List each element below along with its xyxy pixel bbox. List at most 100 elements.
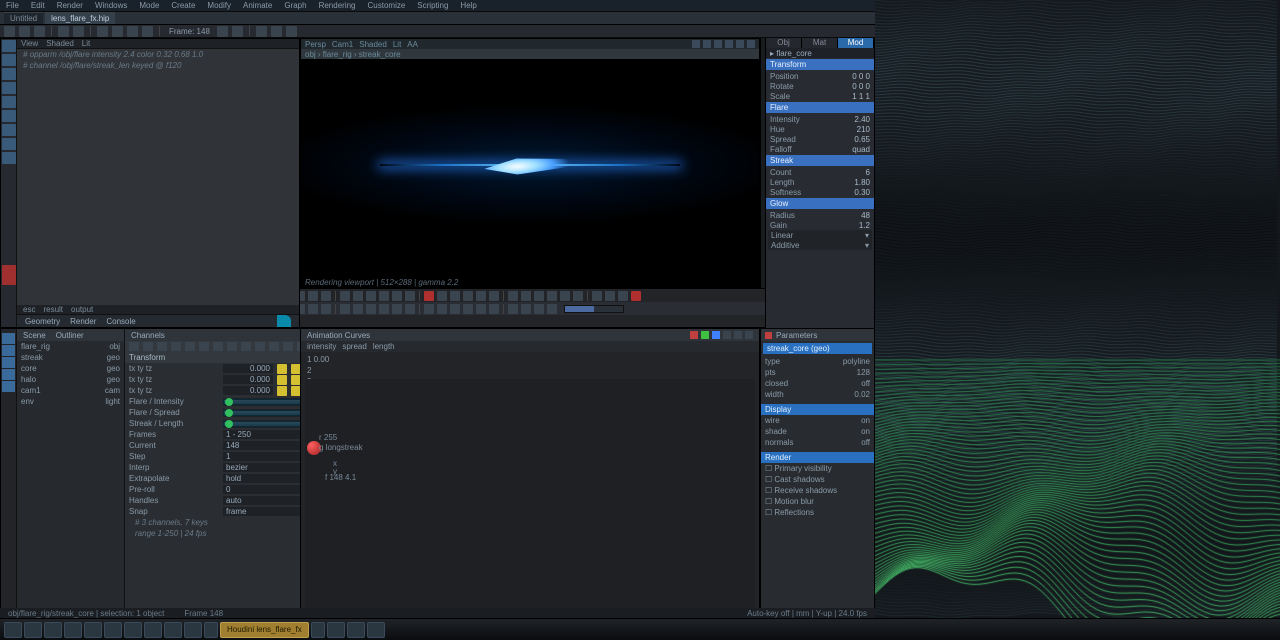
taskbar-icon[interactable] — [144, 622, 162, 638]
shelf-icon[interactable] — [463, 291, 473, 301]
tool-icon[interactable] — [2, 54, 16, 66]
opts-icon[interactable] — [745, 331, 753, 339]
inspector-section[interactable]: Glow — [766, 198, 874, 209]
taskbar-icon[interactable] — [24, 622, 42, 638]
props-tool-icon[interactable] — [171, 342, 181, 351]
record-icon[interactable] — [2, 265, 16, 285]
inspector-section[interactable]: Transform — [766, 59, 874, 70]
props-tool-icon[interactable] — [199, 342, 209, 351]
inspector-row[interactable]: Length1.80 — [766, 177, 874, 187]
shelf-icon[interactable] — [308, 291, 318, 301]
shelf-icon[interactable] — [379, 291, 389, 301]
shelf-icon[interactable] — [521, 291, 531, 301]
shelf-icon[interactable] — [366, 304, 376, 314]
shelf-icon[interactable] — [437, 304, 447, 314]
expand-icon[interactable] — [277, 315, 291, 327]
vp-option[interactable] — [714, 40, 722, 48]
props-tool-icon[interactable] — [143, 342, 153, 351]
lr-row[interactable]: typepolyline — [761, 356, 874, 367]
x-axis-chip[interactable] — [690, 331, 698, 339]
menu-windows[interactable]: Windows — [95, 1, 127, 10]
shelf-icon[interactable] — [424, 291, 434, 301]
lr-row[interactable]: pts128 — [761, 367, 874, 378]
rec-icon[interactable] — [765, 332, 772, 339]
rotate-icon[interactable] — [127, 26, 138, 37]
lr-row[interactable]: shadeon — [761, 426, 874, 437]
tool-icon[interactable] — [2, 82, 16, 94]
keyframe-icon[interactable] — [277, 386, 287, 396]
param-row[interactable]: Current148 — [125, 440, 325, 451]
vp-option[interactable] — [736, 40, 744, 48]
taskbar-task[interactable] — [204, 622, 218, 638]
shelf-icon[interactable] — [321, 291, 331, 301]
channel-track-row[interactable]: Streak / Length — [125, 418, 325, 429]
param-row[interactable]: Step1 — [125, 451, 325, 462]
menu-file[interactable]: File — [6, 1, 19, 10]
tool-icon[interactable] — [2, 96, 16, 108]
save-icon[interactable] — [34, 26, 45, 37]
taskbar-icon[interactable] — [124, 622, 142, 638]
menu-help[interactable]: Help — [460, 1, 476, 10]
shelf-icon[interactable] — [353, 291, 363, 301]
keyframe-icon[interactable] — [277, 375, 287, 385]
mode-icon[interactable] — [2, 381, 15, 392]
param-row[interactable]: Handlesauto — [125, 495, 325, 506]
ul-bottom-tab[interactable]: Console — [106, 317, 135, 326]
ul-bottom-tab[interactable]: Geometry — [25, 317, 60, 326]
inspector-dropdown[interactable]: Linear▾ — [768, 230, 872, 240]
props-tool-icon[interactable] — [185, 342, 195, 351]
mode-icon[interactable] — [2, 345, 15, 356]
secondary-viewport[interactable] — [875, 0, 1280, 618]
shelf-icon[interactable] — [366, 291, 376, 301]
lr-row[interactable]: normalsoff — [761, 437, 874, 448]
menu-render[interactable]: Render — [57, 1, 83, 10]
lr-check[interactable]: ☐ Cast shadows — [761, 474, 874, 485]
tree-tab[interactable]: Outliner — [56, 331, 84, 340]
channel-track-row[interactable]: Flare / Intensity — [125, 396, 325, 407]
tree-node[interactable]: halogeo — [17, 374, 124, 385]
lr-check[interactable]: ☐ Receive shadows — [761, 485, 874, 496]
menu-graph[interactable]: Graph — [284, 1, 306, 10]
open-icon[interactable] — [19, 26, 30, 37]
doc-tab[interactable]: Untitled — [4, 12, 43, 24]
param-row[interactable]: Pre-roll0 — [125, 484, 325, 495]
shelf-icon[interactable] — [340, 304, 350, 314]
menu-create[interactable]: Create — [171, 1, 195, 10]
vp-mode[interactable]: Lit — [393, 40, 401, 49]
inspector-row[interactable]: Position0 0 0 — [766, 71, 874, 81]
redo-icon[interactable] — [73, 26, 84, 37]
taskbar-icon[interactable] — [327, 622, 345, 638]
lr-row[interactable]: width0.02 — [761, 389, 874, 400]
inspector-dropdown[interactable]: Additive▾ — [768, 240, 872, 250]
channel-row[interactable]: tx ty tz0.000 — [125, 363, 325, 374]
shelf-icon[interactable] — [437, 291, 447, 301]
shelf-icon[interactable] — [534, 291, 544, 301]
menu-edit[interactable]: Edit — [31, 1, 45, 10]
viewport[interactable]: PerspCam1ShadedLitAA obj › flare_rig › s… — [300, 38, 760, 288]
channel-track-row[interactable]: Flare / Spread — [125, 407, 325, 418]
opts-icon[interactable] — [734, 331, 742, 339]
inspector-row[interactable]: Radius48 — [766, 210, 874, 220]
shelf-icon[interactable] — [392, 304, 402, 314]
param-row[interactable]: Extrapolatehold — [125, 473, 325, 484]
ul-bottom-tab[interactable]: Render — [70, 317, 96, 326]
tool-icon[interactable] — [2, 124, 16, 136]
inspector-row[interactable]: Spread0.65 — [766, 134, 874, 144]
vp-mode[interactable]: AA — [407, 40, 418, 49]
ul-subtab[interactable]: esc — [23, 305, 35, 314]
tool-icon[interactable] — [2, 40, 16, 52]
new-icon[interactable] — [4, 26, 15, 37]
inspector-row[interactable]: Rotate0 0 0 — [766, 81, 874, 91]
inspector-row[interactable]: Falloffquad — [766, 144, 874, 154]
channel-section[interactable]: Transform — [125, 352, 325, 363]
vp-mode[interactable]: Cam1 — [332, 40, 353, 49]
shelf-icon[interactable] — [547, 304, 557, 314]
shelf-icon[interactable] — [353, 304, 363, 314]
channel-row[interactable]: tx ty tz0.000 — [125, 374, 325, 385]
vp-mode[interactable]: Shaded — [359, 40, 387, 49]
shelf-icon[interactable] — [534, 304, 544, 314]
mode-icon[interactable] — [2, 357, 15, 368]
inspector-row[interactable]: Gain1.2 — [766, 220, 874, 230]
tree-node[interactable]: coregeo — [17, 363, 124, 374]
lr-selection[interactable]: streak_core (geo) — [763, 343, 872, 354]
